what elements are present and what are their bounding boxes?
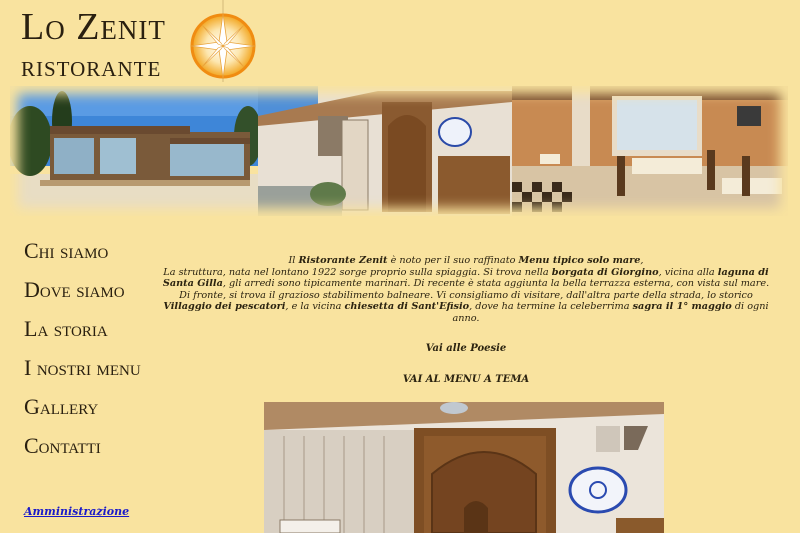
beach-pavilion-photo [10,86,258,216]
facade-door-photo [258,86,512,216]
entrance-door-photo [264,402,664,533]
main-navigation: Chi siamo Dove siamo La storia I nostri … [24,238,141,472]
dining-room-photo [512,86,788,216]
intro-line-1: Il Ristorante Zenit è noto per il suo ra… [288,255,644,266]
poesie-link[interactable]: Vai alle Poesie [160,343,772,354]
logo-title: Lo Zenit [21,6,166,48]
admin-link[interactable]: Amministrazione [24,505,129,518]
nav-la-storia[interactable]: La storia [24,316,141,341]
nav-dove-siamo[interactable]: Dove siamo [24,277,141,302]
intro-line-3: Di fronte, si trova il grazioso stabilim… [163,289,769,324]
logo-subtitle: ristorante [21,50,162,83]
nav-i-nostri-menu[interactable]: I nostri menu [24,355,141,380]
intro-text: Il Ristorante Zenit è noto per il suo ra… [160,255,772,325]
nav-chi-siamo[interactable]: Chi siamo [24,238,141,263]
site-logo[interactable]: Lo Zenit ristorante [21,8,166,82]
intro-line-2: La struttura, nata nel lontano 1922 sorg… [162,266,770,290]
header-banner [10,86,788,216]
compass-rose-icon [190,0,256,82]
nav-contatti[interactable]: Contatti [24,433,141,458]
menu-a-tema-link[interactable]: VAI AL MENU A TEMA [160,374,772,385]
nav-gallery[interactable]: Gallery [24,394,141,419]
